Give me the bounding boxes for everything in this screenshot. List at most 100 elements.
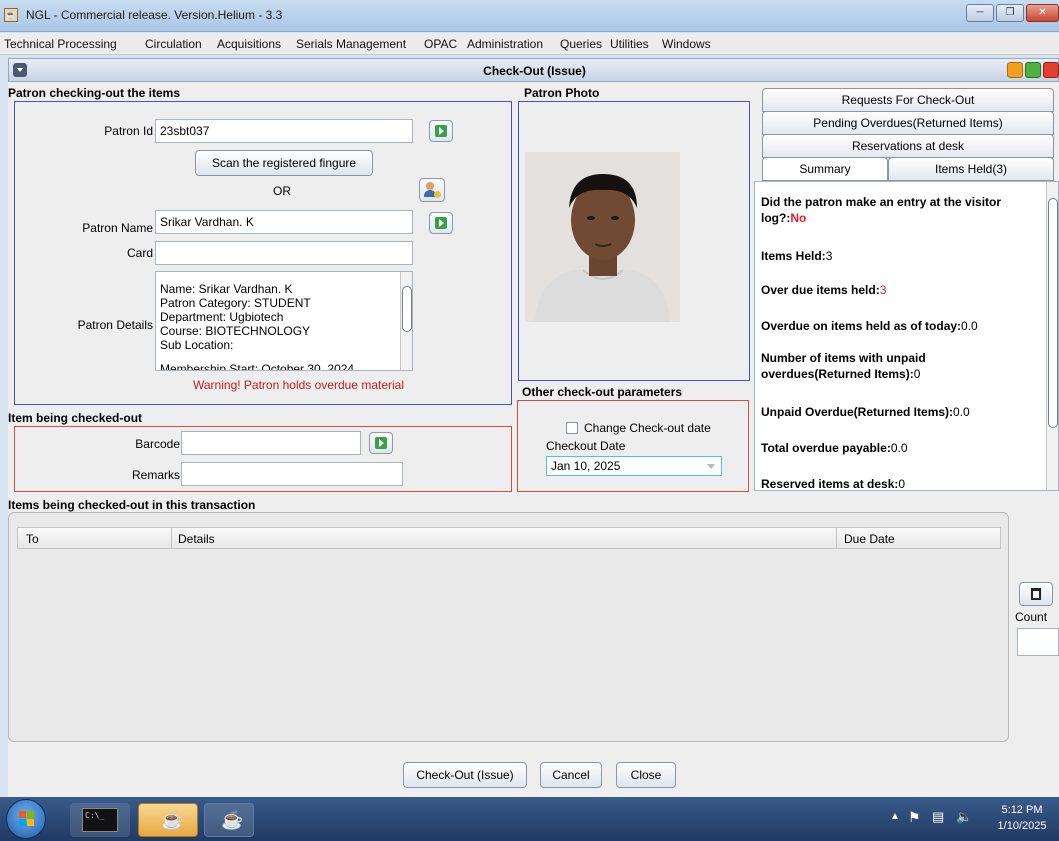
- menu-queries[interactable]: Queries: [560, 37, 602, 51]
- remarks-field[interactable]: [181, 462, 403, 486]
- or-label: OR: [273, 184, 291, 198]
- visitor-log-row: Did the patron make an entry at the visi…: [761, 195, 1002, 225]
- patron-name-field[interactable]: Srikar Vardhan. K: [155, 210, 413, 234]
- patron-details-label: Patron Details: [77, 318, 153, 332]
- summary-panel: Did the patron make an entry at the visi…: [754, 181, 1059, 491]
- scan-fingerprint-button[interactable]: Scan the registered fingure: [195, 150, 373, 176]
- details-line: Name: Srikar Vardhan. K: [160, 282, 293, 296]
- change-date-checkbox[interactable]: [566, 422, 578, 434]
- checkout-issue-button[interactable]: Check-Out (Issue): [403, 762, 527, 788]
- checkout-date-field[interactable]: Jan 10, 2025: [546, 456, 722, 476]
- details-scrollbar[interactable]: [400, 272, 412, 370]
- taskbar-java[interactable]: ☕: [204, 803, 254, 837]
- menu-acquisitions[interactable]: Acquisitions: [217, 37, 281, 51]
- checkout-frame-content: Patron checking-out the items Patron Id …: [8, 82, 1059, 797]
- checkout-date-value: Jan 10, 2025: [551, 459, 621, 473]
- minimize-button[interactable]: ─: [966, 4, 994, 22]
- java-app-icon: ☕: [4, 8, 18, 22]
- tab-pending-overdues[interactable]: Pending Overdues(Returned Items): [762, 111, 1054, 135]
- unpaid-items-row: Number of items with unpaid overdues(Ret…: [761, 351, 926, 381]
- flag-icon[interactable]: ⚑: [908, 809, 921, 826]
- tab-reservations-at-desk[interactable]: Reservations at desk: [762, 134, 1054, 158]
- change-date-label: Change Check-out date: [584, 421, 711, 435]
- patron-name-go-button[interactable]: [429, 212, 453, 234]
- total-payable-row: Total overdue payable:0.0: [761, 441, 908, 455]
- details-line: Sub Location:: [160, 338, 234, 352]
- barcode-go-button[interactable]: [369, 432, 393, 454]
- patron-search-button[interactable]: [419, 178, 445, 202]
- transaction-table[interactable]: To Details Due Date: [8, 512, 1009, 742]
- details-line: Course: BIOTECHNOLOGY: [160, 324, 311, 338]
- close-window-button[interactable]: ✕: [1026, 4, 1059, 22]
- remarks-label: Remarks: [131, 468, 180, 482]
- patron-section-heading: Patron checking-out the items: [8, 86, 181, 100]
- count-label: Count: [1015, 610, 1048, 624]
- details-scroll-thumb[interactable]: [402, 286, 412, 332]
- frame-minimize-icon[interactable]: [1007, 62, 1023, 78]
- frame-close-icon[interactable]: [1043, 62, 1059, 78]
- menu-serials-management[interactable]: Serials Management: [296, 37, 406, 51]
- menu-administration[interactable]: Administration: [467, 37, 543, 51]
- badge-icon: [434, 191, 441, 198]
- menu-bar: Technical Processing Circulation Acquisi…: [0, 33, 1059, 55]
- patron-photo: [525, 152, 680, 322]
- table-header: To Details Due Date: [17, 527, 1001, 549]
- overdue-warning: Warning! Patron holds overdue material: [193, 378, 404, 392]
- close-button[interactable]: Close: [616, 762, 676, 788]
- transaction-heading: Items being checked-out in this transact…: [8, 498, 256, 512]
- maximize-icon[interactable]: ❐: [996, 4, 1024, 22]
- cmd-icon: C:\_: [82, 808, 118, 832]
- go-arrow-icon: [435, 217, 447, 229]
- reserved-row: Reserved items at desk:0: [761, 477, 906, 491]
- clock-time[interactable]: 5:12 PM: [990, 804, 1054, 816]
- checkout-date-label: Checkout Date: [546, 439, 626, 453]
- tab-requests-for-checkout[interactable]: Requests For Check-Out: [762, 88, 1054, 112]
- patron-id-label: Patron Id: [104, 124, 153, 138]
- column-to[interactable]: To: [26, 532, 39, 546]
- barcode-field[interactable]: [181, 431, 361, 455]
- patron-id-go-button[interactable]: [429, 120, 453, 142]
- frame-maximize-icon[interactable]: [1025, 62, 1041, 78]
- summary-scroll-thumb[interactable]: [1048, 198, 1058, 428]
- count-field: [1017, 628, 1059, 656]
- cancel-button[interactable]: Cancel: [540, 762, 602, 788]
- overdue-items-row: Over due items held:3: [761, 283, 887, 297]
- summary-scrollbar[interactable]: [1046, 182, 1058, 490]
- window-titlebar: ☕ NGL - Commercial release. Version.Heli…: [0, 0, 1059, 32]
- taskbar: C:\_ ☕ ☕ ▲ ⚑ ▤ 🔈 5:12 PM 1/10/2025: [0, 797, 1059, 841]
- items-held-row: Items Held:3: [761, 249, 833, 263]
- frame-title: Check-Out (Issue): [483, 64, 586, 78]
- tab-items-held[interactable]: Items Held(3): [888, 157, 1054, 181]
- tab-summary[interactable]: Summary: [762, 157, 888, 181]
- clock-date[interactable]: 1/10/2025: [990, 820, 1054, 832]
- column-details[interactable]: Details: [178, 532, 215, 546]
- go-arrow-icon: [435, 125, 447, 137]
- menu-opac[interactable]: OPAC: [424, 37, 457, 51]
- go-arrow-icon: [375, 437, 387, 449]
- menu-windows[interactable]: Windows: [662, 37, 711, 51]
- overdue-today-row: Overdue on items held as of today:0.0: [761, 319, 978, 333]
- taskbar-cmd[interactable]: C:\_: [70, 803, 130, 837]
- card-label: Card: [126, 246, 153, 260]
- patron-details-area[interactable]: Name: Srikar Vardhan. K Patron Category:…: [155, 271, 413, 371]
- tray-arrow-icon[interactable]: ▲: [890, 811, 900, 822]
- person-icon: [426, 182, 434, 190]
- delete-item-button[interactable]: [1019, 582, 1053, 606]
- start-button[interactable]: [6, 799, 46, 839]
- item-panel: Barcode Remarks: [14, 426, 512, 492]
- menu-utilities[interactable]: Utilities: [610, 37, 649, 51]
- menu-circulation[interactable]: Circulation: [145, 37, 202, 51]
- taskbar-java-active[interactable]: ☕: [138, 803, 198, 837]
- unpaid-overdue-row: Unpaid Overdue(Returned Items):0.0: [761, 405, 970, 419]
- volume-icon[interactable]: 🔈: [956, 809, 972, 825]
- patron-name-label: Patron Name: [82, 221, 153, 235]
- network-icon[interactable]: ▤: [932, 809, 944, 825]
- patron-id-field[interactable]: 23sbt037: [155, 119, 413, 143]
- card-field[interactable]: [155, 241, 413, 265]
- column-due-date[interactable]: Due Date: [844, 532, 895, 546]
- patron-panel: Patron Id 23sbt037 Scan the registered f…: [14, 101, 512, 405]
- windows-logo-icon: [19, 811, 26, 818]
- checkout-frame-titlebar: Check-Out (Issue): [8, 58, 1059, 82]
- menu-technical-processing[interactable]: Technical Processing: [4, 37, 117, 51]
- date-dropdown-icon[interactable]: [707, 464, 715, 469]
